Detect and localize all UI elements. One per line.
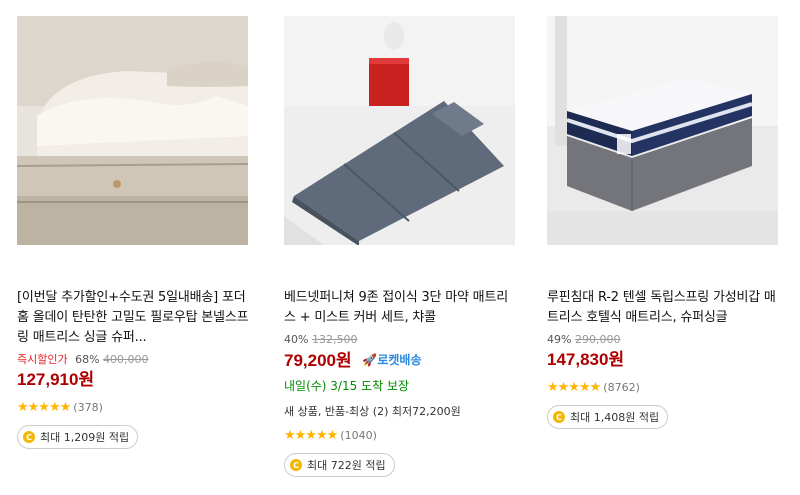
points-label: 최대 1,209원 적립 [40, 431, 130, 444]
original-price: 290,000 [574, 333, 621, 346]
product-image[interactable] [284, 16, 515, 245]
discount-row: 49% 290,000 [547, 332, 779, 348]
original-price: 132,500 [311, 333, 358, 346]
points-label: 최대 1,408원 적립 [570, 411, 660, 424]
discount-row: 즉시할인가 68% 400,000 [17, 352, 249, 368]
delivery-promise: 내일(수) 3/15 도착 보장 [284, 379, 410, 393]
product-card[interactable]: 루핀침대 R-2 텐셀 독립스프링 가성비갑 매트리스 호텔식 매트리스, 슈퍼… [547, 16, 779, 429]
sale-price-row: 79,200원 🚀로켓배송 [284, 349, 516, 372]
rating-stars: ★★★★★ [17, 399, 71, 415]
points-badge: C 최대 1,209원 적립 [17, 425, 139, 449]
product-card[interactable]: 베드넷퍼니쳐 9존 접이식 3단 마약 매트리스 + 미스트 커버 세트, 챠콜… [284, 16, 516, 477]
product-title[interactable]: [이번달 추가할인+수도권 5일내배송] 포더홈 올데이 탄탄한 고밀도 필로우… [17, 288, 249, 348]
product-card[interactable]: [이번달 추가할인+수도권 5일내배송] 포더홈 올데이 탄탄한 고밀도 필로우… [17, 16, 249, 449]
review-count: (378) [73, 400, 103, 414]
sale-price: 147,830원 [547, 350, 625, 369]
rocket-delivery-badge: 🚀로켓배송 [362, 353, 421, 367]
sale-price: 79,200원 [284, 351, 352, 370]
points-label: 최대 722원 적립 [307, 459, 386, 472]
product-title[interactable]: 베드넷퍼니쳐 9존 접이식 3단 마약 매트리스 + 미스트 커버 세트, 챠콜 [284, 288, 516, 328]
coin-icon: C [23, 431, 35, 443]
product-title[interactable]: 루핀침대 R-2 텐셀 독립스프링 가성비갑 매트리스 호텔식 매트리스, 슈퍼… [547, 288, 779, 328]
instant-discount-label: 즉시할인가 [17, 353, 68, 366]
product-image[interactable] [547, 16, 778, 245]
other-sellers-info[interactable]: 새 상품, 반품-최상 (2) 최저72,200원 [284, 403, 516, 419]
rating-stars: ★★★★★ [547, 379, 601, 395]
product-image[interactable] [17, 16, 248, 245]
points-badge: C 최대 722원 적립 [284, 453, 395, 477]
rating: ★★★★★ (1040) [284, 427, 516, 443]
discount-percent: 68% [75, 353, 100, 366]
coin-icon: C [553, 411, 565, 423]
rating: ★★★★★ (8762) [547, 379, 779, 395]
review-count: (1040) [340, 428, 377, 442]
original-price: 400,000 [103, 353, 149, 366]
discount-percent: 40% [284, 333, 309, 346]
rocket-label: 로켓배송 [377, 353, 422, 367]
review-count: (8762) [603, 380, 640, 394]
rating: ★★★★★ (378) [17, 399, 249, 415]
points-badge: C 최대 1,408원 적립 [547, 405, 669, 429]
sale-price: 127,910원 [17, 370, 95, 389]
discount-percent: 49% [547, 333, 572, 346]
rocket-icon: 🚀 [362, 353, 378, 367]
coin-icon: C [290, 459, 302, 471]
rating-stars: ★★★★★ [284, 427, 338, 443]
discount-row: 40% 132,500 [284, 332, 516, 348]
